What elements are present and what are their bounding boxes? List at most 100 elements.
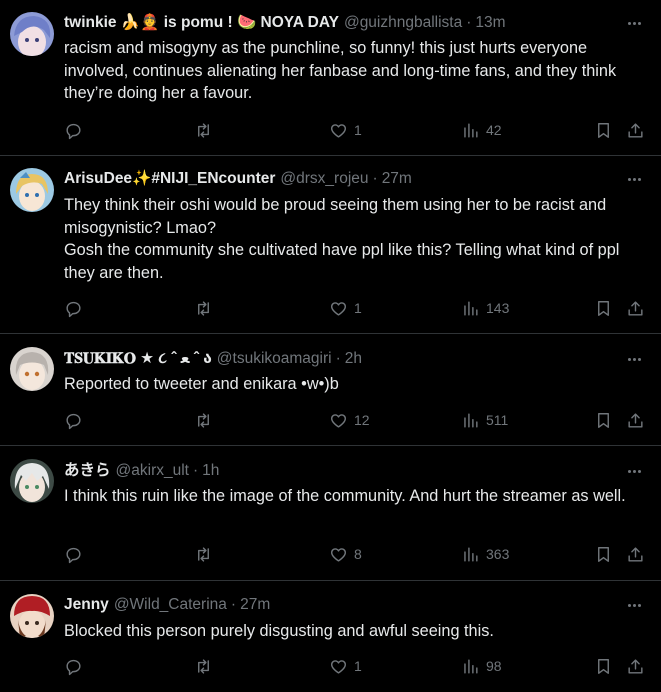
tweet[interactable]: twinkie 🍌👲 is pomu ! 🍉 NOYA DAY @guizhng…: [0, 0, 661, 156]
share-icon: [628, 122, 643, 138]
reply-icon: [66, 301, 81, 317]
timestamp[interactable]: 2h: [345, 349, 362, 369]
tweet-actions: 1 98: [64, 656, 645, 676]
avatar[interactable]: [10, 459, 54, 503]
bookmark-button[interactable]: [594, 544, 613, 564]
reply-button[interactable]: [64, 544, 83, 564]
user-handle[interactable]: @guizhngballista: [344, 13, 462, 33]
view-count: 511: [486, 412, 509, 428]
reply-button[interactable]: [64, 656, 83, 676]
repost-button[interactable]: [194, 298, 213, 318]
bookmark-button[interactable]: [594, 298, 613, 318]
heart-icon: [331, 123, 346, 138]
reply-button[interactable]: [64, 120, 83, 140]
reply-icon: [66, 123, 81, 139]
reply-button[interactable]: [64, 410, 83, 430]
avatar[interactable]: [10, 594, 54, 638]
view-count: 98: [486, 658, 502, 674]
tweet[interactable]: Jenny @Wild_Caterina · 27m Blocked this …: [0, 581, 661, 692]
views-button[interactable]: 511: [461, 410, 508, 430]
share-button[interactable]: [626, 298, 645, 318]
more-options-icon[interactable]: [623, 461, 645, 481]
like-count: 1: [354, 300, 362, 316]
bookmark-button[interactable]: [594, 656, 613, 676]
timestamp[interactable]: 27m: [382, 169, 412, 189]
like-count: 12: [354, 412, 370, 428]
reply-feed: twinkie 🍌👲 is pomu ! 🍉 NOYA DAY @guizhng…: [0, 0, 661, 692]
share-button[interactable]: [626, 544, 645, 564]
repost-button[interactable]: [194, 120, 213, 140]
share-icon: [628, 658, 643, 674]
display-name[interactable]: ArisuDee✨#NIJI_ENcounter: [64, 169, 275, 189]
avatar[interactable]: [10, 12, 54, 56]
tweet-text: I think this ruin like the image of the …: [64, 487, 626, 505]
avatar[interactable]: [10, 347, 54, 391]
like-count: 1: [354, 122, 362, 138]
tweet-header: ArisuDee✨#NIJI_ENcounter @drsx_rojeu · 2…: [64, 169, 621, 189]
more-options-icon[interactable]: [623, 169, 645, 189]
tweet[interactable]: あきら @akirx_ult · 1h I think this ruin li…: [0, 446, 661, 581]
more-options-icon[interactable]: [623, 13, 645, 33]
like-button[interactable]: 8: [329, 544, 362, 564]
timestamp[interactable]: 27m: [240, 595, 270, 615]
user-handle[interactable]: @tsukikoamagiri: [217, 349, 332, 369]
like-button[interactable]: 1: [329, 120, 362, 140]
separator-dot: ·: [466, 14, 472, 31]
share-button[interactable]: [626, 410, 645, 430]
share-button[interactable]: [626, 656, 645, 676]
bookmark-button[interactable]: [594, 410, 613, 430]
tweet-header: 𝐓𝐒𝐔𝐊𝐈𝐊𝐎 ★ ૮ ˆ ﻌ ˆ ა @tsukikoamagiri · 2h: [64, 349, 621, 369]
separator-dot: ·: [230, 596, 237, 613]
bookmark-icon: [598, 122, 609, 138]
share-icon: [628, 546, 643, 562]
display-name[interactable]: twinkie 🍌👲 is pomu ! 🍉 NOYA DAY: [64, 13, 339, 33]
repost-icon: [198, 300, 209, 316]
tweet-actions: 1 42: [64, 120, 645, 140]
views-button[interactable]: 42: [461, 120, 502, 140]
like-button[interactable]: 1: [329, 298, 362, 318]
like-button[interactable]: 12: [329, 410, 370, 430]
tweet-header: あきら @akirx_ult · 1h: [64, 461, 621, 481]
avatar[interactable]: [10, 168, 54, 212]
view-count: 143: [486, 300, 510, 316]
anime-avatar-gray-hair-icon: [10, 347, 54, 391]
bookmark-icon: [598, 658, 609, 674]
share-icon: [628, 300, 643, 316]
like-button[interactable]: 1: [329, 656, 362, 676]
more-options-icon[interactable]: [623, 349, 645, 369]
bookmark-icon: [598, 412, 609, 428]
tweet[interactable]: ArisuDee✨#NIJI_ENcounter @drsx_rojeu · 2…: [0, 156, 661, 334]
bookmark-button[interactable]: [594, 120, 613, 140]
reply-icon: [66, 413, 81, 429]
more-options-icon[interactable]: [623, 595, 645, 615]
views-chart-icon: [464, 658, 478, 674]
timestamp[interactable]: 13m: [475, 13, 505, 33]
views-chart-icon: [464, 412, 478, 428]
anime-avatar-blonde-hair-icon: [10, 168, 54, 212]
display-name[interactable]: あきら: [64, 461, 111, 481]
repost-icon: [198, 658, 209, 674]
reply-button[interactable]: [64, 298, 83, 318]
display-name[interactable]: 𝐓𝐒𝐔𝐊𝐈𝐊𝐎 ★ ૮ ˆ ﻌ ˆ ა: [64, 349, 212, 369]
views-button[interactable]: 363: [461, 544, 509, 564]
reply-icon: [66, 659, 81, 675]
user-handle[interactable]: @akirx_ult: [116, 461, 189, 481]
anime-avatar-blue-hair-icon: [10, 12, 54, 56]
heart-icon: [331, 659, 346, 674]
repost-button[interactable]: [194, 544, 213, 564]
views-button[interactable]: 143: [461, 298, 509, 318]
user-handle[interactable]: @drsx_rojeu: [280, 169, 368, 189]
share-button[interactable]: [626, 120, 645, 140]
user-handle[interactable]: @Wild_Caterina: [114, 595, 227, 615]
repost-button[interactable]: [194, 410, 213, 430]
views-button[interactable]: 98: [461, 656, 502, 676]
tweet-text: They think their oshi would be proud see…: [64, 196, 620, 282]
display-name[interactable]: Jenny: [64, 595, 109, 615]
heart-icon: [331, 413, 346, 428]
repost-button[interactable]: [194, 656, 213, 676]
tweet[interactable]: 𝐓𝐒𝐔𝐊𝐈𝐊𝐎 ★ ૮ ˆ ﻌ ˆ ა @tsukikoamagiri · 2h…: [0, 334, 661, 446]
timestamp[interactable]: 1h: [202, 461, 219, 481]
anime-avatar-white-hair-icon: [10, 459, 54, 503]
view-count: 42: [486, 122, 502, 138]
tweet-header: Jenny @Wild_Caterina · 27m: [64, 595, 621, 615]
